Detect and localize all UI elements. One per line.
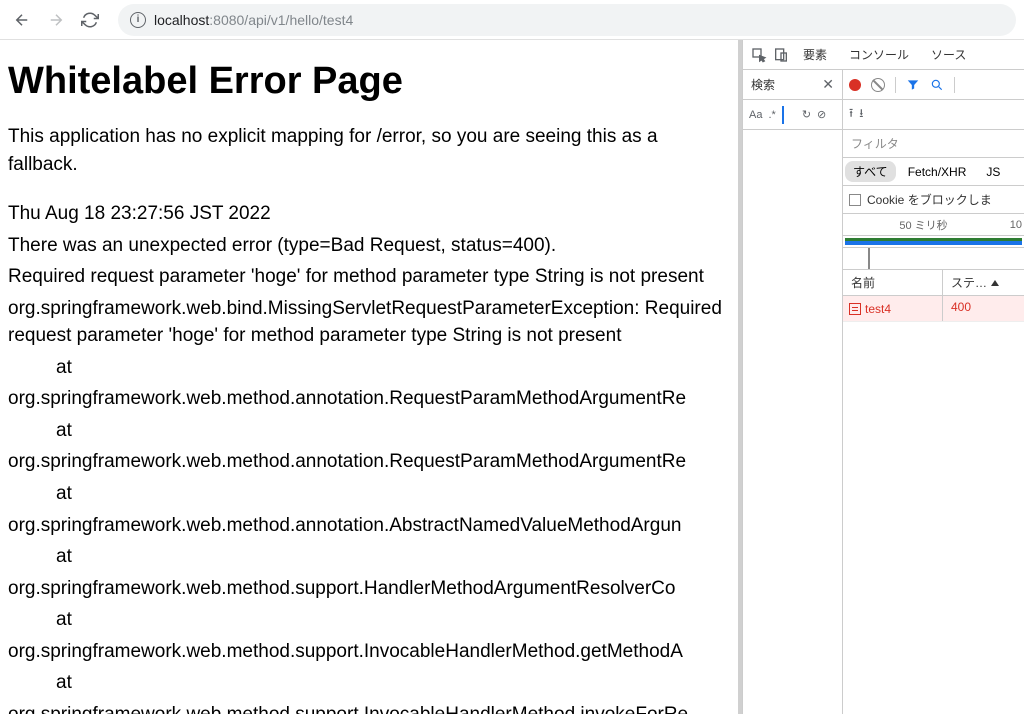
search-icon[interactable] [930,78,944,92]
stack-at: at [8,354,730,382]
browser-toolbar: i localhost:8080/api/v1/hello/test4 [0,0,1024,40]
address-bar[interactable]: i localhost:8080/api/v1/hello/test4 [118,4,1016,36]
device-toggle-icon[interactable] [771,45,791,65]
stack-at: at [8,543,730,571]
timestamp: Thu Aug 18 23:27:56 JST 2022 [8,200,730,228]
stack-line: org.springframework.web.method.support.H… [8,575,730,603]
arrow-right-icon [47,11,65,29]
url-text: localhost:8080/api/v1/hello/test4 [154,12,353,28]
search-input[interactable] [782,106,796,124]
stack-line: org.springframework.web.method.annotatio… [8,385,730,413]
waterfall-area[interactable] [843,248,1024,270]
inspect-icon[interactable] [749,45,769,65]
timeline-tick: 10 [1004,219,1024,231]
stack-line: org.springframework.web.method.annotatio… [8,512,730,540]
arrow-left-icon [13,11,31,29]
record-button[interactable] [849,79,861,91]
document-icon [849,303,861,315]
refresh-icon[interactable]: ↻ [802,108,811,121]
filter-js[interactable]: JS [978,163,1008,181]
back-button[interactable] [8,6,36,34]
request-name: test4 [865,302,891,316]
clear-icon[interactable]: ⊘ [817,108,826,121]
intro-text: This application has no explicit mapping… [8,123,730,178]
reload-icon [81,11,99,29]
exception-line: org.springframework.web.bind.MissingServ… [8,295,730,350]
site-info-icon[interactable]: i [130,12,146,28]
filter-fetch-xhr[interactable]: Fetch/XHR [900,163,975,181]
upload-icon[interactable]: ⭱ [849,104,853,125]
stack-at: at [8,480,730,508]
timeline-tick: 50 ミリ秒 [843,217,1004,233]
stack-at: at [8,606,730,634]
search-label: 検索 [751,76,775,93]
tab-elements[interactable]: 要素 [793,40,837,70]
block-cookies-label: Cookie をブロックしま [867,191,992,208]
download-icon[interactable]: ⭳ [859,104,863,125]
error-message: Required request parameter 'hoge' for me… [8,263,730,291]
devtools-network-pane: ⭱ ⭳ フィルタ すべて Fetch/XHR JS Cookie をブロックしま… [843,70,1024,714]
forward-button[interactable] [42,6,70,34]
page-body: Whitelabel Error Page This application h… [0,40,742,714]
error-summary: There was an unexpected error (type=Bad … [8,232,730,260]
stack-at: at [8,669,730,697]
filter-icon[interactable] [906,78,920,92]
url-path: :8080/api/v1/hello/test4 [209,12,353,28]
devtools-tabs: 要素 コンソール ソース [743,40,1024,70]
filter-input[interactable]: フィルタ [851,135,899,152]
url-host: localhost [154,12,209,28]
clear-button[interactable] [871,78,885,92]
filter-all[interactable]: すべて [845,161,896,182]
sort-asc-icon [991,280,999,286]
regex-toggle[interactable]: .* [768,109,775,121]
tab-console[interactable]: コンソール [839,40,919,70]
network-row[interactable]: test4 400 [843,296,1024,322]
tab-sources[interactable]: ソース [921,40,976,70]
devtools-search-pane: 検索 ✕ Aa .* ↻ ⊘ [743,70,843,714]
col-status[interactable]: ステ… [943,270,1024,295]
col-name[interactable]: 名前 [843,270,943,295]
stack-line: org.springframework.web.method.support.I… [8,638,730,666]
overview-timeline[interactable] [843,236,1024,248]
match-case-toggle[interactable]: Aa [749,109,762,121]
devtools-panel: 要素 コンソール ソース 検索 ✕ Aa .* ↻ ⊘ [742,40,1024,714]
close-icon[interactable]: ✕ [822,76,834,93]
stack-line: org.springframework.web.method.annotatio… [8,448,730,476]
reload-button[interactable] [76,6,104,34]
block-cookies-checkbox[interactable] [849,194,861,206]
stack-at: at [8,417,730,445]
page-title: Whitelabel Error Page [8,60,730,103]
stack-line: org.springframework.web.method.support.I… [8,701,730,714]
request-status: 400 [943,296,1024,321]
